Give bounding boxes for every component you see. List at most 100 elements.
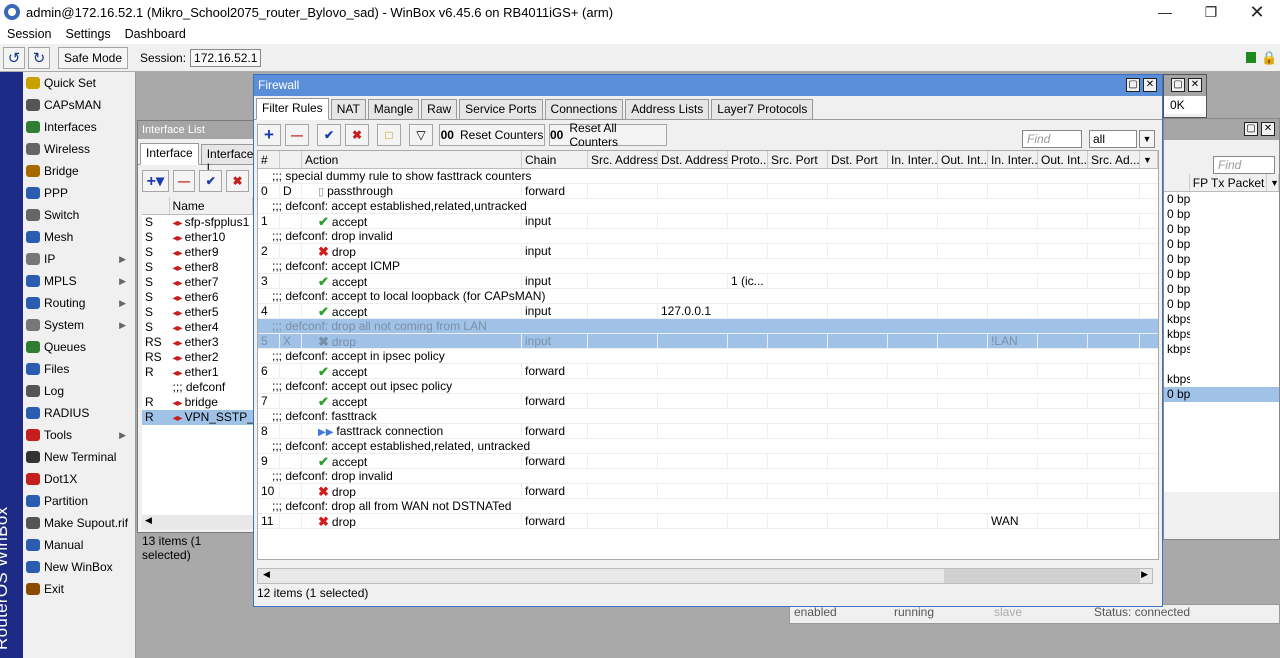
tab-raw[interactable]: Raw — [421, 99, 458, 119]
table-row[interactable]: kbps — [1164, 372, 1279, 387]
interface-hscroll[interactable]: ◀ — [142, 515, 253, 529]
sidebar-item-mpls[interactable]: MPLS ▶ — [23, 270, 135, 292]
column-header[interactable]: Chain — [522, 151, 588, 168]
rule-comment-row[interactable]: ;;; defconf: accept established,related,… — [258, 199, 1158, 214]
table-row[interactable]: kbps — [1164, 312, 1279, 327]
comment-button[interactable]: □ — [377, 124, 401, 146]
sidebar-item-ppp[interactable]: PPP — [23, 182, 135, 204]
rule-comment-row[interactable]: ;;; defconf: drop all not coming from LA… — [258, 319, 1158, 334]
table-row[interactable]: 0 bps — [1164, 282, 1279, 297]
tab-filter-rules[interactable]: Filter Rules — [256, 98, 329, 120]
table-row[interactable]: 5 X ✖ drop input !LAN — [258, 334, 1158, 349]
tab-address-lists[interactable]: Address Lists — [625, 99, 710, 119]
rule-comment-row[interactable]: ;;; defconf: accept ICMP — [258, 259, 1158, 274]
rule-comment-row[interactable]: ;;; special dummy rule to show fasttrack… — [258, 169, 1158, 184]
sidebar-item-interfaces[interactable]: Interfaces — [23, 116, 135, 138]
tab-layer7-protocols[interactable]: Layer7 Protocols — [711, 99, 814, 119]
table-row[interactable]: 0 bps — [1164, 252, 1279, 267]
table-row[interactable]: S ◂▸ ether7 — [142, 275, 253, 290]
disable-rule-button[interactable]: ✖ — [345, 124, 369, 146]
table-row[interactable]: 8 ▶▶ fasttrack connection forward — [258, 424, 1158, 439]
sidebar-item-radius[interactable]: RADIUS — [23, 402, 135, 424]
reset-all-counters-button[interactable]: 00 Reset All Counters — [549, 121, 667, 149]
close-button[interactable]: ✕ — [1234, 2, 1280, 23]
column-header[interactable]: Src. Address — [588, 151, 658, 168]
table-row[interactable]: 0 bps — [1164, 237, 1279, 252]
sidebar-item-new-winbox[interactable]: New WinBox — [23, 556, 135, 578]
column-header[interactable]: # — [258, 151, 280, 168]
rule-comment-row[interactable]: ;;; defconf: drop invalid — [258, 469, 1158, 484]
firewall-find-input[interactable]: Find — [1022, 130, 1082, 148]
table-row[interactable]: S ◂▸ ether9 — [142, 245, 253, 260]
sidebar-item-capsman[interactable]: CAPsMAN — [23, 94, 135, 116]
table-row[interactable]: 0 bps — [1164, 192, 1279, 207]
table-row[interactable]: S ◂▸ ether5 — [142, 305, 253, 320]
table-row[interactable]: 7 ✔ accept forward — [258, 394, 1158, 409]
table-row[interactable]: RS ◂▸ ether3 — [142, 335, 253, 350]
add-rule-button[interactable]: + — [257, 124, 281, 146]
filter-icon[interactable]: ▽ — [409, 124, 433, 146]
sidebar-item-mesh[interactable]: Mesh — [23, 226, 135, 248]
table-row[interactable]: 10 ✖ drop forward — [258, 484, 1158, 499]
sidebar-item-exit[interactable]: Exit — [23, 578, 135, 600]
column-header[interactable]: Src. Ad... — [1088, 151, 1140, 168]
bg-window-restore-button[interactable]: ▢ — [1171, 78, 1185, 92]
table-row[interactable]: R ◂▸ VPN_SSTP_t — [142, 410, 253, 425]
column-header[interactable]: In. Inter... — [888, 151, 938, 168]
add-interface-button[interactable]: +▾ — [142, 170, 169, 192]
table-row[interactable]: kbps — [1164, 342, 1279, 357]
restore-button[interactable]: ❐ — [1188, 4, 1234, 21]
sidebar-item-partition[interactable]: Partition — [23, 490, 135, 512]
table-row[interactable]: 0 bps — [1164, 222, 1279, 237]
undo-button[interactable]: ↺ — [3, 46, 25, 69]
table-row[interactable]: RS ◂▸ ether2 — [142, 350, 253, 365]
redo-button[interactable]: ↻ — [28, 46, 50, 69]
sidebar-item-system[interactable]: System ▶ — [23, 314, 135, 336]
table-row[interactable]: 9 ✔ accept forward — [258, 454, 1158, 469]
rule-comment-row[interactable]: ;;; defconf: accept in ipsec policy — [258, 349, 1158, 364]
enable-interface-button[interactable]: ✔ — [199, 170, 223, 192]
menu-settings[interactable]: Settings — [58, 27, 117, 41]
table-row[interactable]: S ◂▸ ether10 — [142, 230, 253, 245]
sidebar-item-queues[interactable]: Queues — [23, 336, 135, 358]
menu-session[interactable]: Session — [0, 27, 58, 41]
table-row[interactable]: 0 bps — [1164, 267, 1279, 282]
enable-rule-button[interactable]: ✔ — [317, 124, 341, 146]
tab-connections[interactable]: Connections — [544, 99, 624, 119]
tab-interface-list[interactable]: Interface L — [200, 144, 260, 175]
col-name[interactable]: Name — [170, 197, 253, 214]
column-header[interactable]: Action — [302, 151, 522, 168]
column-header[interactable]: Out. Int... — [938, 151, 988, 168]
sidebar-item-switch[interactable]: Switch — [23, 204, 135, 226]
safe-mode-button[interactable]: Safe Mode — [58, 46, 128, 69]
tab-interface[interactable]: Interface — [140, 143, 199, 165]
table-row[interactable]: 0 bps — [1164, 207, 1279, 222]
column-header[interactable]: Dst. Port — [828, 151, 888, 168]
remove-interface-button[interactable]: — — [172, 170, 196, 192]
rule-comment-row[interactable]: ;;; defconf: drop all from WAN not DSTNA… — [258, 499, 1158, 514]
table-row[interactable]: R ◂▸ ether1 — [142, 365, 253, 380]
table-row[interactable]: ;;; defconf — [142, 380, 253, 395]
column-header[interactable] — [280, 151, 302, 168]
table-row[interactable]: R ◂▸ bridge — [142, 395, 253, 410]
sidebar-item-routing[interactable]: Routing ▶ — [23, 292, 135, 314]
firewall-restore-button[interactable]: ▢ — [1126, 78, 1140, 92]
column-header[interactable]: Out. Int... — [1038, 151, 1088, 168]
column-header[interactable]: Dst. Address — [658, 151, 728, 168]
rule-comment-row[interactable]: ;;; defconf: fasttrack — [258, 409, 1158, 424]
sidebar-item-log[interactable]: Log — [23, 380, 135, 402]
sidebar-item-wireless[interactable]: Wireless — [23, 138, 135, 160]
table-row[interactable]: 6 ✔ accept forward — [258, 364, 1158, 379]
sidebar-item-tools[interactable]: Tools ▶ — [23, 424, 135, 446]
table-row[interactable]: 4 ✔ accept input 127.0.0.1 — [258, 304, 1158, 319]
rule-comment-row[interactable]: ;;; defconf: accept to local loopback (f… — [258, 289, 1158, 304]
sidebar-item-make-supout-rif[interactable]: Make Supout.rif — [23, 512, 135, 534]
disable-interface-button[interactable]: ✖ — [226, 170, 249, 192]
detail-close-button[interactable]: ✕ — [1261, 122, 1275, 136]
table-row[interactable] — [1164, 357, 1279, 372]
sidebar-item-files[interactable]: Files — [23, 358, 135, 380]
table-row[interactable]: S ◂▸ ether4 — [142, 320, 253, 335]
table-row[interactable]: 1 ✔ accept input — [258, 214, 1158, 229]
tab-service-ports[interactable]: Service Ports — [459, 99, 543, 119]
sidebar-item-ip[interactable]: IP ▶ — [23, 248, 135, 270]
